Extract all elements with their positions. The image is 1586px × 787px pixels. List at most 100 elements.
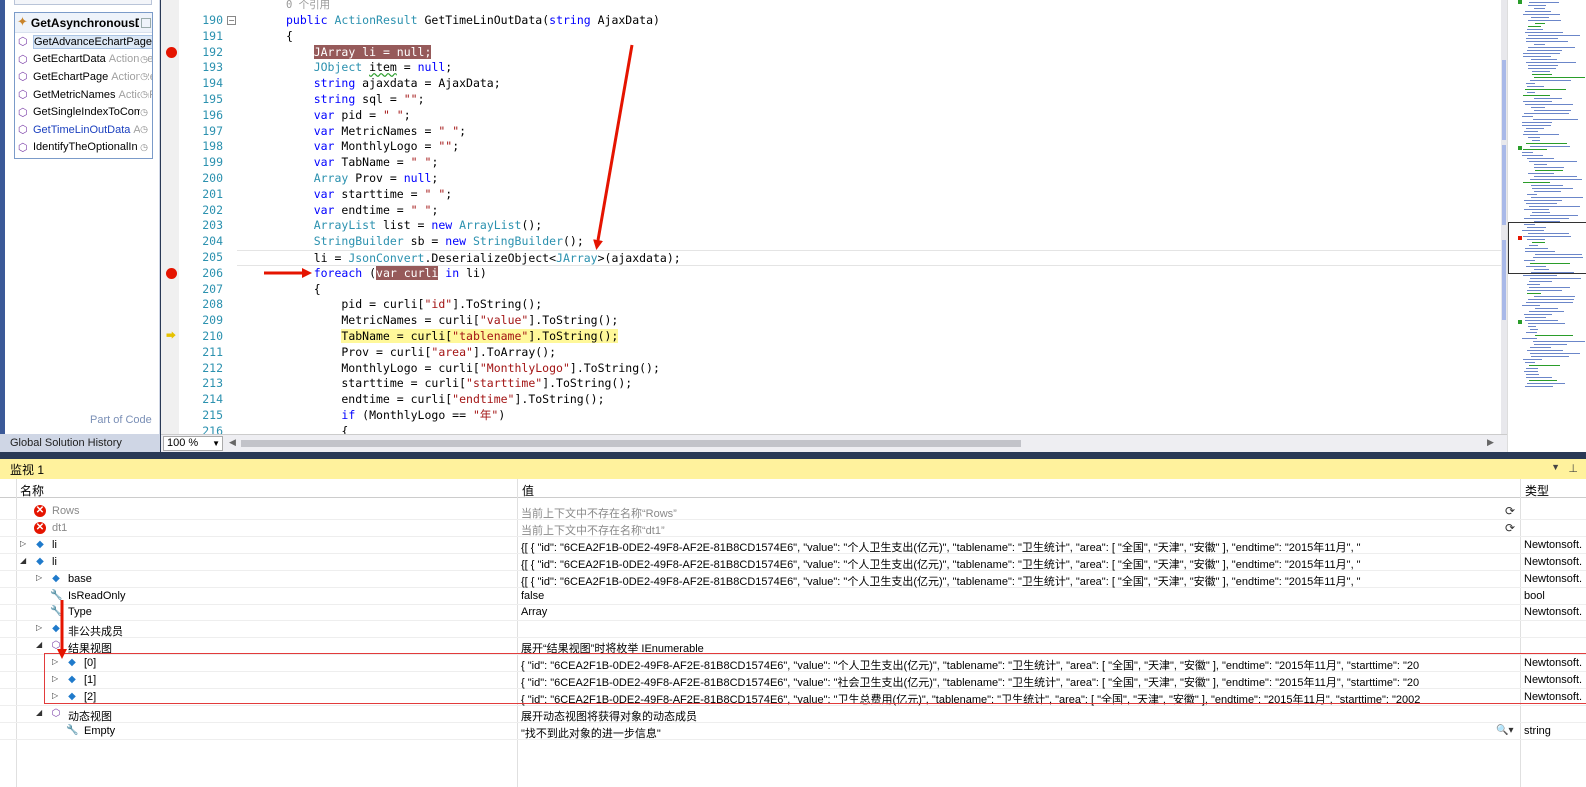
code-line[interactable]: var endtime = " ";	[237, 203, 1501, 219]
code-line[interactable]: string sql = "";	[237, 92, 1501, 108]
minimap-line	[1526, 374, 1539, 375]
minimap-line	[1527, 29, 1543, 30]
column-type[interactable]: 类型	[1525, 482, 1549, 499]
watch-row[interactable]: 🔧 IsReadOnly false bool	[0, 588, 1586, 605]
view-icon: ⬡	[51, 640, 61, 652]
code-line[interactable]: foreach (var curli in li)	[237, 265, 1501, 282]
instruction-pointer-icon[interactable]: ⮕	[166, 332, 178, 342]
code-line[interactable]: {	[237, 424, 1501, 434]
minimap-marker	[1518, 320, 1522, 324]
code-line[interactable]: var TabName = " ";	[237, 155, 1501, 171]
expander-icon[interactable]: ▷	[36, 573, 46, 582]
annotation-highlight-box	[44, 653, 1586, 704]
line-number: 201	[202, 186, 223, 201]
code-line[interactable]: {	[237, 29, 1501, 45]
code-line[interactable]: string ajaxdata = AjaxData;	[237, 76, 1501, 92]
minimap-line	[1523, 182, 1550, 183]
breakpoint-icon[interactable]	[166, 47, 177, 59]
minimap-line	[1534, 98, 1562, 99]
solution-shortcuts-header[interactable]	[14, 0, 152, 5]
watch-row[interactable]: 🔧 Type Array Newtonsoft.	[0, 604, 1586, 622]
member-item[interactable]: ⬡ GetAdvanceEchartPage	[15, 33, 152, 51]
minimap-line	[1528, 35, 1580, 36]
breakpoint-icon[interactable]	[166, 268, 177, 280]
minimap-line	[1528, 173, 1554, 174]
global-solution-history-tab[interactable]: Global Solution History	[0, 434, 160, 452]
class-title-row[interactable]: ✦ GetAsynchronousData	[15, 13, 152, 33]
minimap-line	[1530, 347, 1551, 348]
code-line[interactable]: li = JsonConvert.DeserializeObject<JArra…	[237, 250, 1501, 266]
code-line[interactable]: starttime = curli["starttime"].ToString(…	[237, 376, 1501, 392]
part-of-code-link[interactable]: Part of Code	[90, 414, 152, 426]
code-line[interactable]: var MonthlyLogo = "";	[237, 139, 1501, 155]
code-line[interactable]: endtime = curli["endtime"].ToString();	[237, 392, 1501, 408]
code-line[interactable]: var starttime = " ";	[237, 187, 1501, 203]
reference-count-lens[interactable]: 0 个引用	[286, 0, 1501, 14]
code-line[interactable]: pid = curli["id"].ToString();	[237, 297, 1501, 313]
code-text-area[interactable]: 0 个引用 public ActionResult GetTimeLinOutDa…	[237, 0, 1501, 434]
horizontal-scroll-thumb[interactable]	[241, 440, 1021, 447]
search-icon[interactable]: 🔍▾	[1496, 725, 1513, 736]
refresh-icon[interactable]: ⟳	[1505, 521, 1515, 535]
watch-row[interactable]: ▷ ◆ 非公共成员	[0, 621, 1586, 639]
code-line[interactable]: JObject item = null;	[237, 60, 1501, 76]
watch-row[interactable]: ✕ dt1 当前上下文中不存在名称“dt1” ⟳	[0, 520, 1586, 537]
object-icon: ◆	[52, 623, 60, 635]
code-line[interactable]: ArrayList list = new ArrayList();	[237, 218, 1501, 234]
watch-row[interactable]: ▷ ◆ base {[ { "id": "6CEA2F1B-0DE2-49F8-AF2…	[0, 571, 1586, 588]
watch-title-bar[interactable]: 监视 1 ▼ ⊥	[0, 459, 1586, 479]
line-number-gutter: 190 191 192 193 194 195 196 197 198 199 200 201 202 2…	[179, 0, 227, 434]
code-line[interactable]: Prov = curli["area"].ToArray();	[237, 345, 1501, 361]
code-line[interactable]: TabName = curli["tablename"].ToString();	[237, 329, 1501, 345]
watch-row[interactable]: ✕ Rows 当前上下文中不存在名称“Rows” ⟳	[0, 503, 1586, 520]
code-line[interactable]: Array Prov = null;	[237, 171, 1501, 187]
code-line[interactable]: var MetricNames = " ";	[237, 124, 1501, 140]
member-item[interactable]: ⬡GetMetricNamesActionRes◷	[15, 86, 152, 104]
scroll-left-icon[interactable]: ◀	[229, 438, 236, 448]
code-line[interactable]: JArray li = null;	[237, 44, 1501, 61]
watch-row[interactable]: 🔧 Empty "找不到此对象的进一步信息" 🔍▾ string	[0, 723, 1586, 740]
expander-icon[interactable]: ▷	[36, 623, 46, 632]
minimap-line	[1532, 188, 1573, 189]
minimap-line	[1528, 20, 1561, 21]
column-value[interactable]: 值	[522, 482, 534, 499]
code-line[interactable]: if (MonthlyLogo == "年")	[237, 408, 1501, 424]
member-item[interactable]: ⬡ GetTimeLinOutData A ◷	[15, 121, 152, 139]
code-line[interactable]: StringBuilder sb = new StringBuilder();	[237, 234, 1501, 250]
code-line[interactable]: MonthlyLogo = curli["MonthlyLogo"].ToStr…	[237, 361, 1501, 377]
watch-row[interactable]: ◢ ◆ li {[ { "id": "6CEA2F1B-0DE2-49F8-AF2E-…	[0, 554, 1586, 571]
scroll-right-icon[interactable]: ▶	[1487, 438, 1494, 448]
column-name[interactable]: 名称	[20, 482, 44, 499]
collapse-region-icon[interactable]: −	[227, 16, 236, 25]
code-line[interactable]: {	[237, 282, 1501, 298]
watch-name: IsReadOnly	[68, 589, 126, 602]
class-icon: ✦	[17, 15, 28, 30]
member-item[interactable]: ⬡GetEchartPageActionResult◷	[15, 68, 152, 86]
member-item[interactable]: ⬡ IdentifyTheOptionalIn ◷	[15, 139, 152, 157]
pin-icon[interactable]: ⊥	[1568, 462, 1578, 475]
member-name: GetEchartPage	[33, 70, 109, 83]
code-minimap[interactable]	[1507, 0, 1586, 452]
expander-icon[interactable]: ▷	[20, 539, 30, 548]
zoom-select[interactable]: 100 % ▼	[163, 436, 223, 451]
member-item[interactable]: ⬡ GetSingleIndexToCom ◷	[15, 103, 152, 121]
member-item[interactable]: ⬡GetEchartDataActionRes◷	[15, 51, 152, 69]
code-line[interactable]: var pid = " ";	[237, 108, 1501, 124]
window-dropdown-icon[interactable]: ▼	[1551, 462, 1560, 472]
expander-icon[interactable]: ◢	[36, 708, 46, 717]
minimap-line	[1526, 332, 1537, 333]
minimap-viewport[interactable]	[1508, 222, 1586, 274]
line-number: 212	[202, 360, 223, 375]
code-editor[interactable]: ⮕ 190 191 192 193 194 195 196 197 198 199 200 201 20…	[161, 0, 1501, 434]
watch-row[interactable]: ◢ ⬡ 动态视图 展开动态视图将获得对象的动态成员	[0, 706, 1586, 723]
code-line[interactable]: MetricNames = curli["value"].ToString();	[237, 313, 1501, 329]
collapse-icon[interactable]	[140, 17, 151, 28]
expander-icon[interactable]: ◢	[20, 556, 30, 565]
minimap-line	[1535, 308, 1558, 309]
watch-value: {[ { "id": "6CEA2F1B-0DE2-49F8-AF2E-81B8…	[521, 575, 1361, 588]
expander-icon[interactable]: ◢	[36, 640, 46, 649]
code-line[interactable]: public ActionResult GetTimeLinOutData(st…	[237, 13, 1501, 29]
watch-row[interactable]: ▷ ◆ li {[ { "id": "6CEA2F1B-0DE2-49F8-AF2E-…	[0, 537, 1586, 554]
refresh-icon[interactable]: ⟳	[1505, 504, 1515, 518]
breakpoint-margin[interactable]: ⮕	[161, 0, 179, 434]
